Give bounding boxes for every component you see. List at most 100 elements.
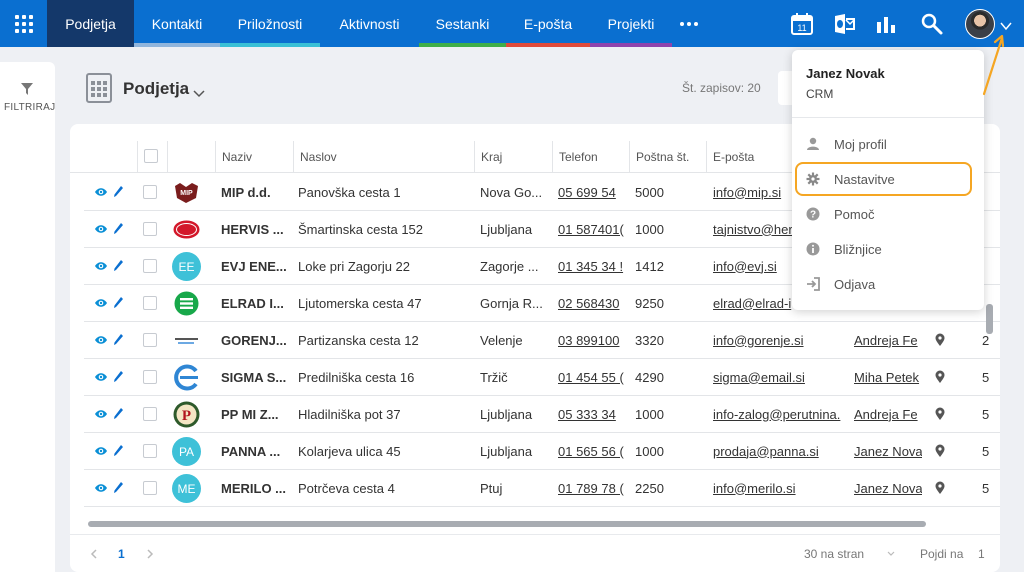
map-pin-icon[interactable] (935, 407, 945, 421)
column-header-naziv[interactable]: Naziv (215, 141, 293, 173)
column-header-kraj[interactable]: Kraj (474, 141, 552, 173)
column-header-naslov[interactable]: Naslov (293, 141, 474, 173)
company-contact[interactable]: Janez Nova (854, 470, 922, 506)
company-phone[interactable]: 01 565 56 ( (558, 433, 624, 469)
company-phone[interactable]: 01 345 34 ! (558, 248, 624, 284)
company-contact[interactable]: Andreja Fe (854, 396, 922, 432)
company-name[interactable]: HERVIS ... (221, 211, 295, 247)
company-email[interactable]: sigma@email.si (713, 359, 841, 395)
company-contact[interactable]: Andreja Fe (854, 322, 922, 358)
company-name[interactable]: ELRAD I... (221, 285, 295, 321)
table-row[interactable]: GORENJ... Partizanska cesta 12 Velenje 03 8… (84, 322, 1000, 359)
view-icon[interactable] (94, 445, 108, 457)
tab-sestanki[interactable]: Sestanki (419, 0, 506, 47)
edit-icon[interactable] (113, 259, 124, 272)
edit-icon[interactable] (113, 333, 124, 346)
calendar-icon[interactable]: 11 (790, 12, 814, 36)
edit-icon[interactable] (113, 481, 124, 494)
page-title[interactable]: Podjetja (123, 79, 189, 99)
company-email[interactable]: info@gorenje.si (713, 322, 841, 358)
company-phone[interactable]: 01 454 55 ( (558, 359, 624, 395)
company-phone[interactable]: 03 899100 (558, 322, 624, 358)
view-icon[interactable] (94, 223, 108, 235)
goto-input[interactable]: 1 (978, 535, 985, 572)
filter-label[interactable]: FILTRIRAJ (4, 102, 55, 113)
row-checkbox[interactable] (143, 333, 157, 347)
column-header-postna[interactable]: Poštna št. (629, 141, 706, 173)
row-checkbox[interactable] (143, 259, 157, 273)
edit-icon[interactable] (113, 296, 124, 309)
company-name[interactable]: SIGMA S... (221, 359, 295, 395)
row-checkbox[interactable] (143, 407, 157, 421)
company-phone[interactable]: 01 587401( (558, 211, 624, 247)
company-name[interactable]: PANNA ... (221, 433, 295, 469)
row-checkbox[interactable] (143, 222, 157, 236)
company-phone[interactable]: 02 568430 (558, 285, 624, 321)
row-checkbox[interactable] (143, 370, 157, 384)
table-row[interactable]: SIGMA S... Predilniška cesta 16 Tržič 01 45… (84, 359, 1000, 396)
row-checkbox[interactable] (143, 296, 157, 310)
column-header-telefon[interactable]: Telefon (552, 141, 629, 173)
company-phone[interactable]: 05 333 34 (558, 396, 624, 432)
map-pin-icon[interactable] (935, 481, 945, 495)
next-page-icon[interactable] (146, 535, 154, 572)
apps-menu-button[interactable] (0, 0, 47, 47)
outlook-icon[interactable] (832, 12, 856, 36)
row-checkbox[interactable] (143, 185, 157, 199)
edit-icon[interactable] (113, 222, 124, 235)
more-icon[interactable] (676, 0, 702, 47)
view-icon[interactable] (94, 371, 108, 383)
edit-icon[interactable] (113, 407, 124, 420)
current-page[interactable]: 1 (118, 535, 125, 572)
menu-item-logout[interactable]: Odjava (792, 267, 984, 301)
row-checkbox[interactable] (143, 481, 157, 495)
tab-projekti[interactable]: Projekti (590, 0, 672, 47)
vertical-scrollbar[interactable] (986, 304, 993, 334)
company-name[interactable]: PP MI Z... (221, 396, 295, 432)
company-email[interactable]: prodaja@panna.si (713, 433, 841, 469)
chevron-down-icon[interactable] (193, 85, 205, 98)
company-name[interactable]: MERILO ... (221, 470, 295, 506)
edit-icon[interactable] (113, 185, 124, 198)
filter-icon[interactable] (20, 82, 34, 96)
table-row[interactable]: P PP MI Z... Hladilniška pot 37 Ljubljana 05… (84, 396, 1000, 433)
company-contact[interactable]: Janez Nova (854, 433, 922, 469)
row-checkbox[interactable] (143, 444, 157, 458)
map-pin-icon[interactable] (935, 444, 945, 458)
view-icon[interactable] (94, 334, 108, 346)
table-row[interactable]: ME MERILO ... Potrčeva cesta 4 Ptuj 01 789 7… (84, 470, 1000, 507)
view-icon[interactable] (94, 297, 108, 309)
tab-eposta[interactable]: E-pošta (506, 0, 590, 47)
tab-kontakti[interactable]: Kontakti (134, 0, 220, 47)
view-icon[interactable] (94, 482, 108, 494)
edit-icon[interactable] (113, 444, 124, 457)
company-name[interactable]: GORENJ... (221, 322, 295, 358)
table-row[interactable]: PA PANNA ... Kolarjeva ulica 45 Ljubljana 01… (84, 433, 1000, 470)
edit-icon[interactable] (113, 370, 124, 383)
search-icon[interactable] (920, 12, 944, 36)
menu-item-help[interactable]: ? Pomoč (792, 197, 984, 231)
view-icon[interactable] (94, 260, 108, 272)
tab-priloznosti[interactable]: Priložnosti (220, 0, 320, 47)
company-phone[interactable]: 05 699 54 (558, 174, 624, 210)
chevron-down-icon[interactable] (887, 535, 895, 572)
map-pin-icon[interactable] (935, 370, 945, 384)
prev-page-icon[interactable] (90, 535, 98, 572)
map-pin-icon[interactable] (935, 333, 945, 347)
select-all-checkbox[interactable] (144, 149, 158, 163)
per-page-select[interactable]: 30 na stran (804, 535, 864, 572)
horizontal-scrollbar[interactable] (88, 521, 926, 527)
tab-podjetja[interactable]: Podjetja (47, 0, 134, 47)
view-icon[interactable] (94, 408, 108, 420)
chart-icon[interactable] (874, 12, 898, 36)
company-contact[interactable]: Miha Petek (854, 359, 922, 395)
menu-item-profile[interactable]: Moj profil (792, 127, 984, 161)
company-name[interactable]: EVJ ENE... (221, 248, 295, 284)
company-email[interactable]: info-zalog@perutnina. (713, 396, 841, 432)
tab-aktivnosti[interactable]: Aktivnosti (320, 0, 419, 47)
company-phone[interactable]: 01 789 78 ( (558, 470, 624, 506)
menu-item-shortcuts[interactable]: Bližnjice (792, 232, 984, 266)
view-icon[interactable] (94, 186, 108, 198)
company-email[interactable]: info@merilo.si (713, 470, 841, 506)
chevron-down-icon[interactable] (1000, 18, 1012, 31)
